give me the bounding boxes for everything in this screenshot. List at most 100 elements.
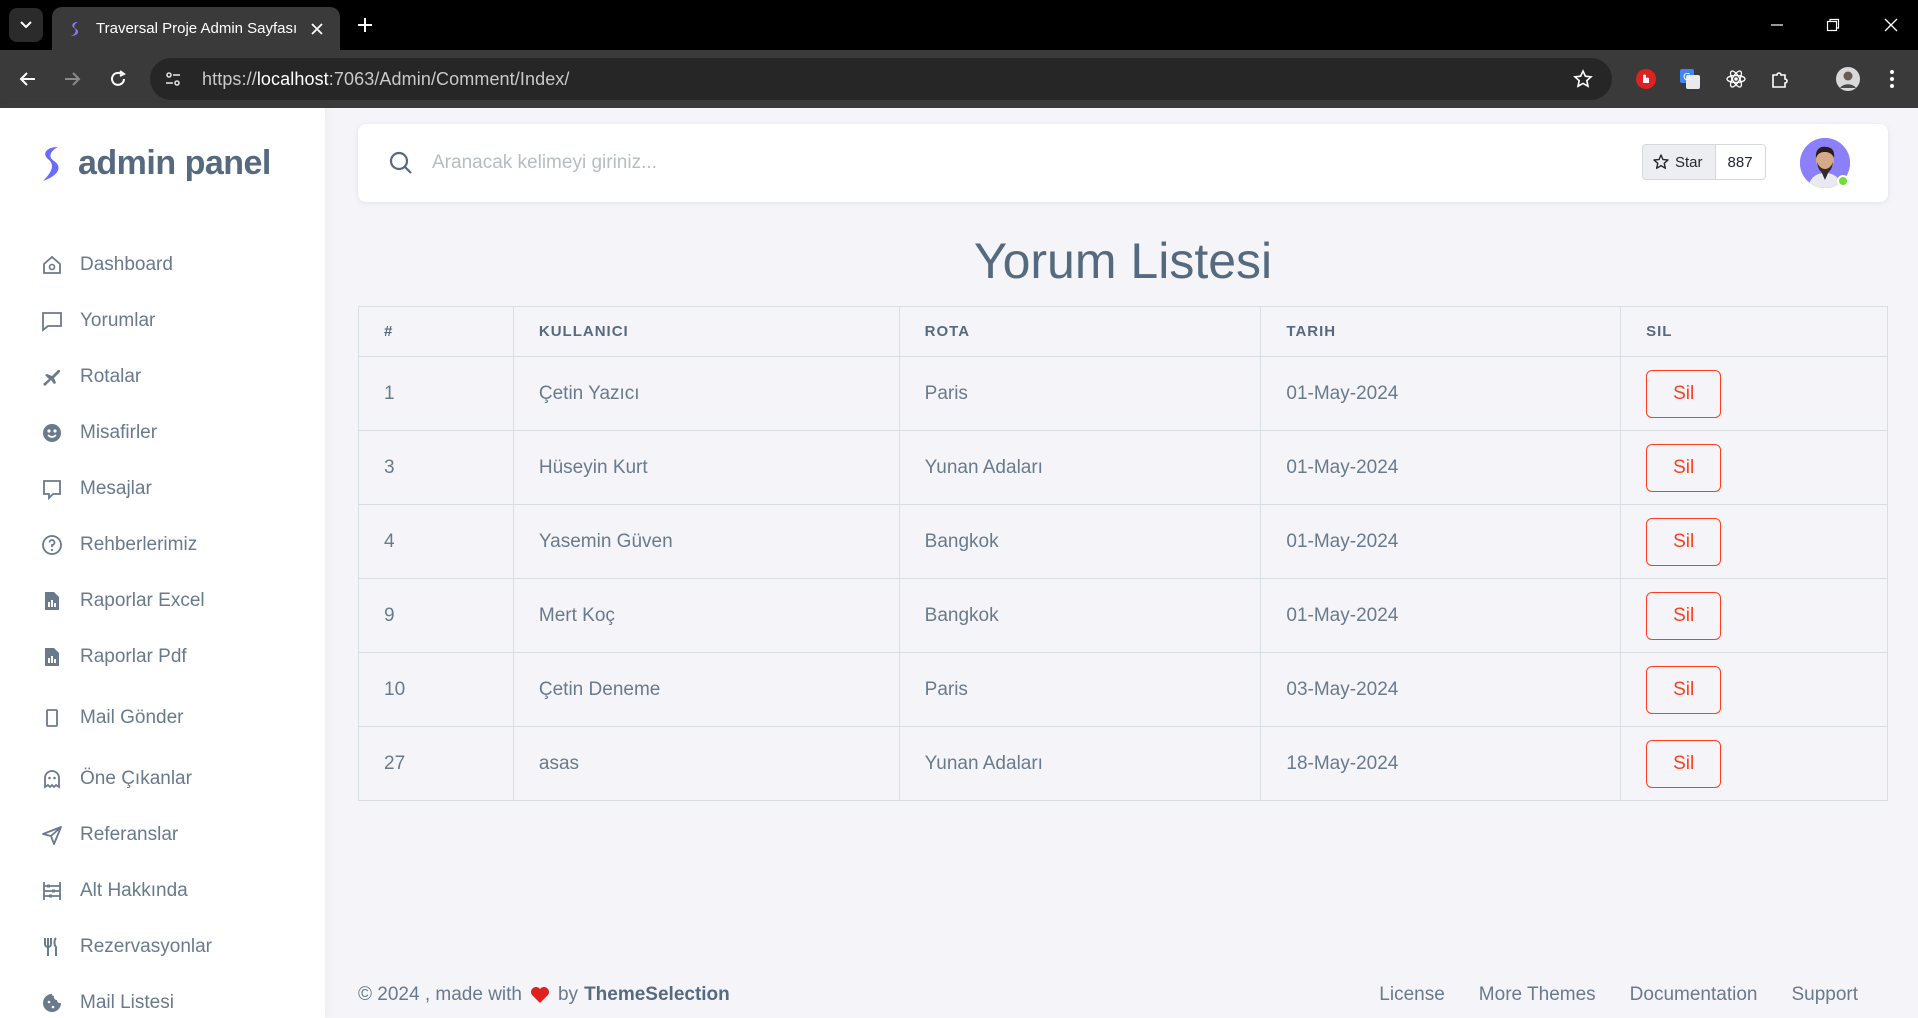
extension-shield-icon[interactable] — [1632, 65, 1660, 93]
url-host: localhost — [256, 68, 329, 89]
favicon-icon — [71, 21, 79, 36]
abacus-icon — [40, 879, 64, 903]
table-row: 3 Hüseyin Kurt Yunan Adaları 01-May-2024… — [358, 430, 1888, 505]
close-window-button[interactable] — [1878, 12, 1904, 38]
delete-button[interactable]: Sil — [1646, 443, 1722, 492]
bookmark-star-icon[interactable] — [1568, 64, 1598, 94]
themeselection-link[interactable]: ThemeSelection — [584, 984, 730, 1006]
cell-user: Çetin Yazıcı — [512, 356, 900, 431]
top-navbar: Star 887 — [358, 124, 1888, 202]
sidebar-item-rotalar[interactable]: Rotalar — [40, 365, 141, 389]
comment-icon — [40, 309, 64, 333]
address-bar[interactable]: https://localhost:7063/Admin/Comment/Ind… — [150, 58, 1612, 100]
cell-route: Bangkok — [898, 578, 1262, 653]
column-header-date: TARIH — [1260, 306, 1622, 357]
sidebar-item-label: Mesajlar — [80, 478, 152, 499]
cell-route: Paris — [898, 652, 1262, 727]
sidebar-item-misafirler[interactable]: Misafirler — [40, 421, 157, 445]
cell-id: 3 — [358, 430, 514, 505]
sidebar-item-rezervasyonlar[interactable]: Rezervasyonlar — [40, 935, 212, 959]
footer-link-license[interactable]: License — [1379, 984, 1445, 1006]
cell-id: 10 — [358, 652, 514, 727]
sidebar-item-mesajlar[interactable]: Mesajlar — [40, 477, 152, 501]
cell-route: Paris — [898, 356, 1262, 431]
mobile-icon — [40, 706, 64, 730]
table-row: 4 Yasemin Güven Bangkok 01-May-2024 Sil — [358, 504, 1888, 579]
footer-link-more-themes[interactable]: More Themes — [1479, 984, 1596, 1006]
cell-date: 03-May-2024 — [1260, 652, 1622, 727]
footer-link-support[interactable]: Support — [1791, 984, 1858, 1006]
sidebar-item-mail-listesi[interactable]: Mail Listesi — [40, 991, 174, 1015]
cell-user: Hüseyin Kurt — [512, 430, 900, 505]
sidebar: admin panel Dashboard Yorumlar Rotalar M… — [0, 108, 325, 1018]
restore-button[interactable] — [1820, 12, 1846, 38]
sidebar-item-label: Alt Hakkında — [80, 880, 188, 901]
browser-tab-active[interactable]: Traversal Proje Admin Sayfası — [52, 7, 340, 50]
footer-link-documentation[interactable]: Documentation — [1630, 984, 1758, 1006]
sidebar-item-alt-hakkinda[interactable]: Alt Hakkında — [40, 879, 188, 903]
svg-text:G: G — [1683, 72, 1691, 83]
sidebar-item-rehberlerimiz[interactable]: Rehberlerimiz — [40, 533, 197, 557]
browser-tab-bar: Traversal Proje Admin Sayfası — [0, 0, 1918, 50]
arrow-right-icon — [65, 72, 81, 86]
plane-icon — [40, 365, 64, 389]
reload-button[interactable] — [104, 65, 132, 93]
cookie-icon — [40, 991, 64, 1015]
report-icon — [40, 645, 64, 669]
delete-button[interactable]: Sil — [1646, 739, 1722, 788]
close-tab-icon[interactable] — [308, 20, 326, 38]
sidebar-item-label: Mail Gönder — [80, 707, 184, 728]
github-star-button[interactable]: Star — [1643, 145, 1716, 179]
translate-extension-icon[interactable]: G — [1676, 65, 1704, 93]
delete-button[interactable]: Sil — [1646, 591, 1722, 640]
sidebar-item-label: Dashboard — [80, 254, 173, 275]
delete-button[interactable]: Sil — [1646, 369, 1722, 418]
github-star-count[interactable]: 887 — [1715, 145, 1765, 179]
site-info-icon[interactable] — [158, 64, 188, 94]
sidebar-item-yorumlar[interactable]: Yorumlar — [40, 309, 155, 333]
sidebar-item-referanslar[interactable]: Referanslar — [40, 823, 178, 847]
sidebar-item-label: Rehberlerimiz — [80, 534, 198, 555]
browser-menu-icon[interactable] — [1878, 65, 1906, 93]
brand-logo-icon — [43, 146, 59, 181]
sidebar-item-label: Mail Listesi — [80, 992, 174, 1013]
restaurant-icon — [40, 935, 64, 959]
table-header-row: # KULLANICI ROTA TARIH SIL — [358, 306, 1888, 357]
new-tab-button[interactable] — [352, 12, 378, 38]
footer: © 2024 , made with by ThemeSelection Lic… — [358, 984, 1888, 1006]
report-icon — [40, 589, 64, 613]
react-devtools-icon[interactable] — [1722, 65, 1750, 93]
profile-avatar-icon[interactable] — [1834, 65, 1862, 93]
sidebar-item-label: Misafirler — [80, 422, 158, 443]
copyright-text: © 2024 , made with — [358, 984, 522, 1005]
cell-route: Yunan Adaları — [898, 430, 1262, 505]
sidebar-item-mail-gonder[interactable]: Mail Gönder — [40, 706, 184, 730]
tab-title: Traversal Proje Admin Sayfası — [96, 20, 298, 37]
tab-search-button[interactable] — [9, 8, 43, 42]
cell-action: Sil — [1620, 356, 1888, 431]
delete-button[interactable]: Sil — [1646, 665, 1722, 714]
delete-button[interactable]: Sil — [1646, 517, 1722, 566]
sidebar-item-one-cikanlar[interactable]: Öne Çıkanlar — [40, 767, 192, 791]
back-button[interactable] — [14, 65, 42, 93]
user-avatar[interactable] — [1800, 138, 1850, 188]
cell-date: 01-May-2024 — [1260, 578, 1622, 653]
forward-button[interactable] — [58, 65, 86, 93]
help-circle-icon — [40, 533, 64, 557]
brand-link[interactable]: admin panel — [38, 144, 271, 183]
github-star-widget: Star 887 — [1642, 144, 1766, 180]
sidebar-item-raporlar-excel[interactable]: Raporlar Excel — [40, 589, 205, 613]
table-row: 10 Çetin Deneme Paris 03-May-2024 Sil — [358, 652, 1888, 727]
sidebar-item-raporlar-pdf[interactable]: Raporlar Pdf — [40, 645, 187, 669]
search-input[interactable] — [432, 144, 1332, 182]
cell-id: 9 — [358, 578, 514, 653]
extensions-puzzle-icon[interactable] — [1766, 65, 1794, 93]
cell-user: Yasemin Güven — [512, 504, 900, 579]
minimize-button[interactable] — [1764, 12, 1790, 38]
cell-action: Sil — [1620, 504, 1888, 579]
github-star-label: Star — [1675, 153, 1703, 171]
sidebar-item-label: Raporlar Excel — [80, 590, 205, 611]
url-text[interactable]: https://localhost:7063/Admin/Comment/Ind… — [202, 69, 1568, 90]
comments-table: # KULLANICI ROTA TARIH SIL 1 Çetin Yazıc… — [358, 306, 1888, 801]
sidebar-item-dashboard[interactable]: Dashboard — [40, 253, 173, 277]
